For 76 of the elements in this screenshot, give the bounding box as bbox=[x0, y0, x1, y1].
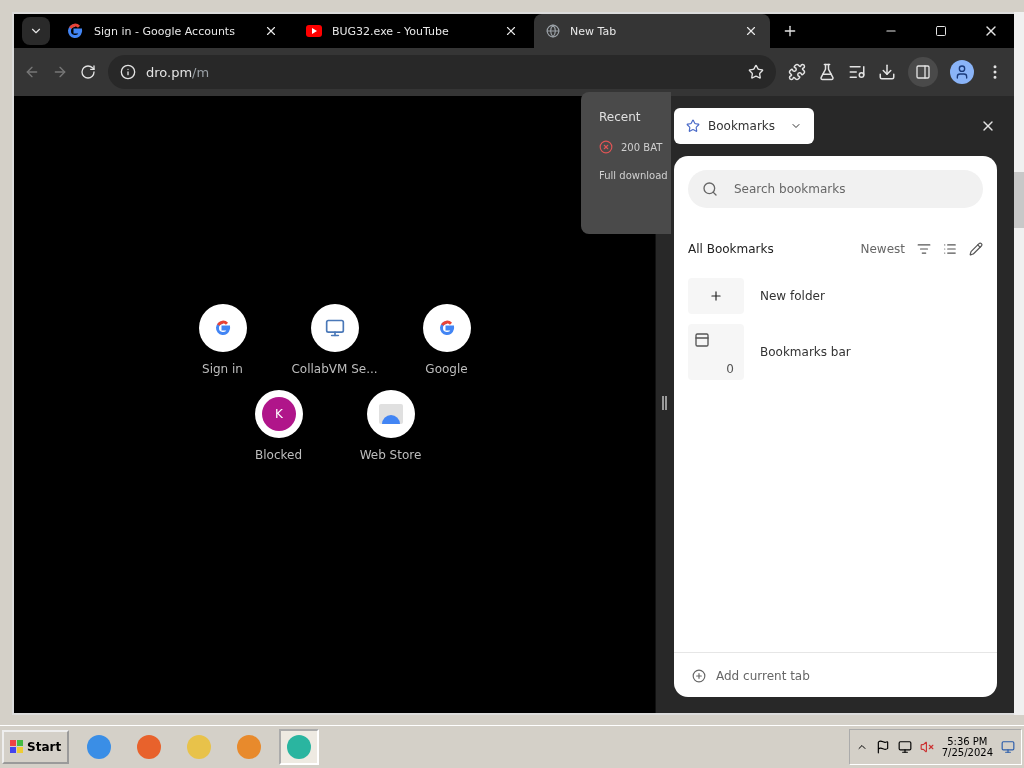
search-icon bbox=[702, 181, 718, 197]
letter-avatar: K bbox=[261, 397, 296, 431]
item-label: Bookmarks bar bbox=[760, 345, 851, 359]
extensions-icon[interactable] bbox=[788, 63, 806, 81]
windows-logo bbox=[10, 740, 24, 754]
shortcut-label: Sign in bbox=[202, 362, 243, 376]
search-bar[interactable]: Search bookmarks bbox=[688, 170, 983, 208]
star-icon bbox=[686, 119, 700, 133]
tab-title: BUG32.exe - YouTube bbox=[332, 24, 450, 38]
close-icon[interactable] bbox=[264, 24, 278, 38]
close-icon[interactable] bbox=[504, 24, 518, 38]
download-icon[interactable] bbox=[878, 63, 896, 81]
error-icon bbox=[599, 140, 613, 154]
shortcut-label: Blocked bbox=[255, 448, 302, 462]
flag-icon[interactable] bbox=[875, 740, 890, 754]
browser-tab[interactable]: BUG32.exe - YouTube bbox=[294, 14, 530, 48]
side-panel-icon bbox=[915, 64, 931, 80]
network-icon[interactable] bbox=[897, 740, 912, 754]
google-icon bbox=[213, 319, 232, 337]
forward-icon[interactable] bbox=[52, 64, 68, 80]
muted-speaker-icon[interactable] bbox=[919, 740, 934, 754]
tab-search-button[interactable] bbox=[22, 17, 50, 45]
close-icon[interactable] bbox=[744, 24, 758, 38]
address-bar[interactable]: dro.pm/m bbox=[108, 55, 776, 89]
shortcut-tile[interactable] bbox=[366, 390, 415, 438]
shortcut-label: Google bbox=[425, 362, 468, 376]
file-name[interactable]: 200 BAT bbox=[621, 141, 663, 153]
star-icon[interactable] bbox=[748, 64, 764, 80]
new-folder-row[interactable]: New folder bbox=[688, 278, 983, 314]
browser-tab[interactable]: New Tab bbox=[534, 14, 770, 48]
resize-handle[interactable] bbox=[662, 396, 667, 410]
reload-icon[interactable] bbox=[80, 64, 96, 80]
sort-icon[interactable] bbox=[917, 242, 931, 256]
start-button[interactable]: Start bbox=[2, 730, 70, 764]
list-view-icon[interactable] bbox=[943, 242, 957, 256]
browser-tab[interactable]: Sign in - Google Accounts bbox=[54, 14, 290, 48]
media-icon[interactable] bbox=[848, 63, 866, 81]
panel-selector[interactable]: Bookmarks bbox=[674, 108, 814, 144]
history-link[interactable]: Full download bbox=[599, 170, 668, 181]
youtube-icon bbox=[306, 25, 322, 37]
shortcut-label: CollabVM Se... bbox=[291, 362, 378, 376]
google-icon bbox=[66, 22, 84, 40]
desktop-icon[interactable] bbox=[1001, 740, 1015, 754]
google-icon bbox=[437, 319, 456, 337]
add-icon bbox=[692, 669, 706, 683]
new-tab-icon[interactable] bbox=[782, 23, 798, 39]
back-icon[interactable] bbox=[24, 64, 40, 80]
computer-icon bbox=[324, 318, 345, 338]
globe-icon bbox=[546, 24, 560, 38]
shortcut-tile[interactable]: K bbox=[254, 390, 303, 438]
flask-icon[interactable] bbox=[818, 63, 836, 81]
tab-title: Sign in - Google Accounts bbox=[94, 24, 236, 38]
clock[interactable]: 5:36 PM 7/25/2024 bbox=[941, 736, 993, 758]
maximize-icon bbox=[935, 25, 947, 37]
section-heading: All Bookmarks bbox=[688, 242, 775, 256]
add-current-tab-button[interactable]: Add current tab bbox=[674, 652, 997, 697]
tab-title: New Tab bbox=[570, 24, 618, 38]
sort-button[interactable]: Newest bbox=[860, 242, 905, 256]
item-count: 0 bbox=[726, 362, 734, 376]
store-icon bbox=[378, 404, 403, 424]
item-label: New folder bbox=[760, 289, 825, 303]
edit-icon[interactable] bbox=[969, 242, 983, 256]
bookmark-folder-row[interactable]: 0 Bookmarks bar bbox=[688, 324, 983, 380]
shortcut-tile[interactable] bbox=[310, 304, 359, 352]
side-panel-button[interactable] bbox=[908, 57, 938, 87]
profile-avatar[interactable] bbox=[950, 60, 974, 84]
plus-icon bbox=[709, 289, 723, 303]
info-icon[interactable] bbox=[120, 64, 136, 80]
shortcut-tile[interactable] bbox=[422, 304, 471, 352]
scrollbar[interactable] bbox=[1014, 12, 1024, 715]
search-field[interactable]: Search bookmarks bbox=[732, 181, 969, 197]
shortcut-label: Web Store bbox=[359, 448, 422, 462]
scroll-thumb[interactable] bbox=[1014, 172, 1024, 228]
bubble-title: Recent bbox=[599, 110, 642, 124]
person-icon bbox=[954, 64, 970, 80]
shortcut-tile[interactable] bbox=[198, 304, 247, 352]
